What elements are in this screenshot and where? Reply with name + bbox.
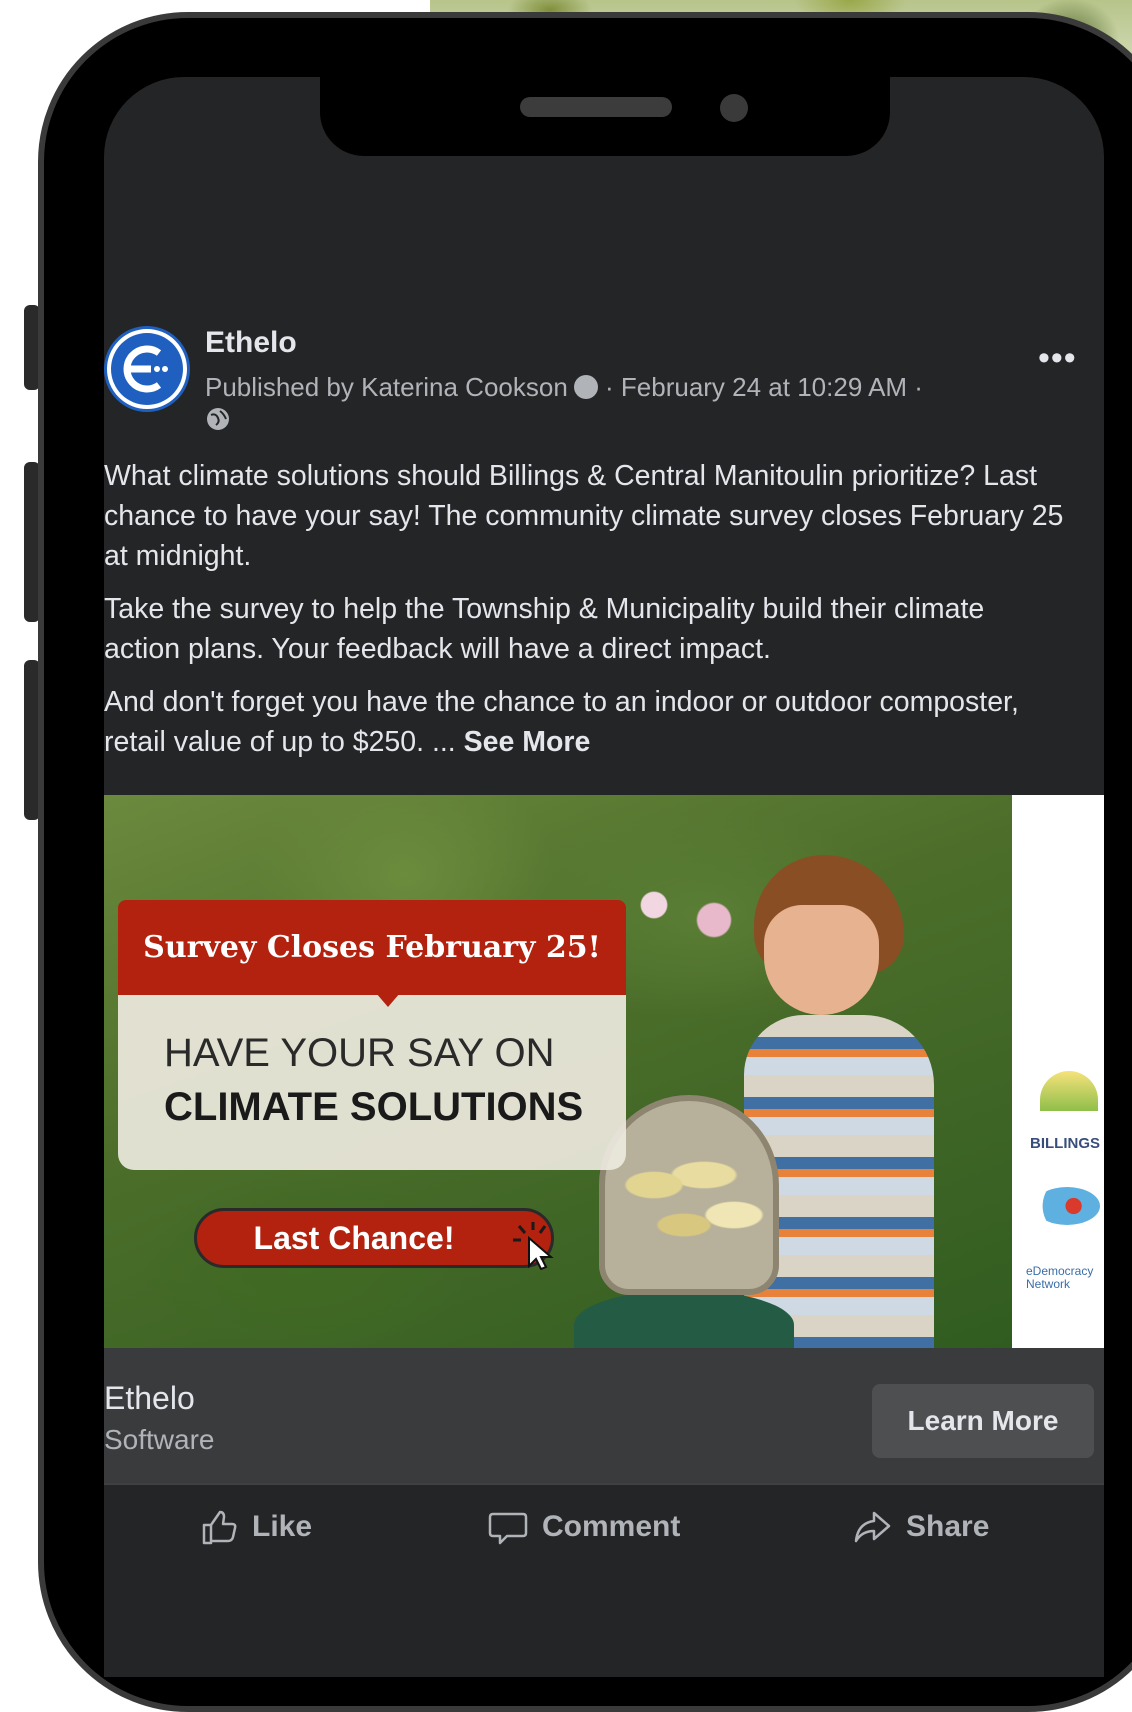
- link-preview-subtitle: Software: [104, 1424, 215, 1455]
- more-icon[interactable]: •••: [1038, 341, 1077, 375]
- comment-button[interactable]: Comment: [488, 1505, 680, 1549]
- comment-label: Comment: [542, 1510, 681, 1543]
- front-camera: [720, 94, 748, 122]
- globe-icon: [207, 408, 229, 430]
- ad-headline-box: [118, 995, 626, 1170]
- post-meta: Published by Katerina Cookson · February…: [205, 372, 923, 403]
- post-paragraph: And don't forget you have the chance to …: [104, 682, 1064, 762]
- ad-banner-text: Survey Closes February 25!: [143, 930, 601, 965]
- cursor-icon: [513, 1222, 554, 1270]
- ad-cta-text: Last Chance!: [253, 1220, 455, 1256]
- comment-icon: [488, 1512, 528, 1545]
- like-icon: [202, 1510, 237, 1545]
- billings-logo-text: BILLINGS: [1030, 1135, 1100, 1152]
- info-icon[interactable]: [573, 375, 598, 399]
- ad-image[interactable]: BILLINGS eDemocracy Network Survey Close…: [104, 795, 1104, 1348]
- banana-peels: [614, 1135, 774, 1295]
- like-label: Like: [252, 1510, 313, 1543]
- share-label: Share: [906, 1510, 990, 1543]
- like-button[interactable]: Like: [198, 1505, 312, 1549]
- page-name[interactable]: Ethelo: [205, 326, 297, 360]
- post-paragraph: Take the survey to help the Township & M…: [104, 593, 985, 665]
- share-button[interactable]: Share: [852, 1505, 989, 1549]
- share-icon: [854, 1511, 891, 1543]
- ad-banner-pointer: [376, 993, 400, 1007]
- learn-more-button[interactable]: Learn More: [872, 1384, 1094, 1458]
- published-by[interactable]: Published by Katerina Cookson: [205, 372, 568, 402]
- ad-headline-line2: CLIMATE SOLUTIONS: [164, 1085, 584, 1129]
- link-preview-title: Ethelo: [104, 1380, 195, 1416]
- divider: [104, 1483, 1104, 1485]
- speaker-grille: [520, 97, 672, 117]
- see-more-link[interactable]: See More: [464, 726, 591, 758]
- edemocracy-logo-text: eDemocracy Network: [1026, 1264, 1094, 1291]
- boy-face: [764, 905, 879, 1015]
- manitoulin-logo: [1034, 1187, 1100, 1225]
- post-timestamp[interactable]: · February 24 at 10:29 AM ·: [605, 372, 923, 402]
- post-paragraph: What climate solutions should Billings &…: [104, 460, 1064, 572]
- ethelo-logo-icon[interactable]: [104, 326, 190, 412]
- ad-headline-line1: HAVE YOUR SAY ON: [164, 1031, 555, 1075]
- post-body: What climate solutions should Billings &…: [104, 456, 1064, 775]
